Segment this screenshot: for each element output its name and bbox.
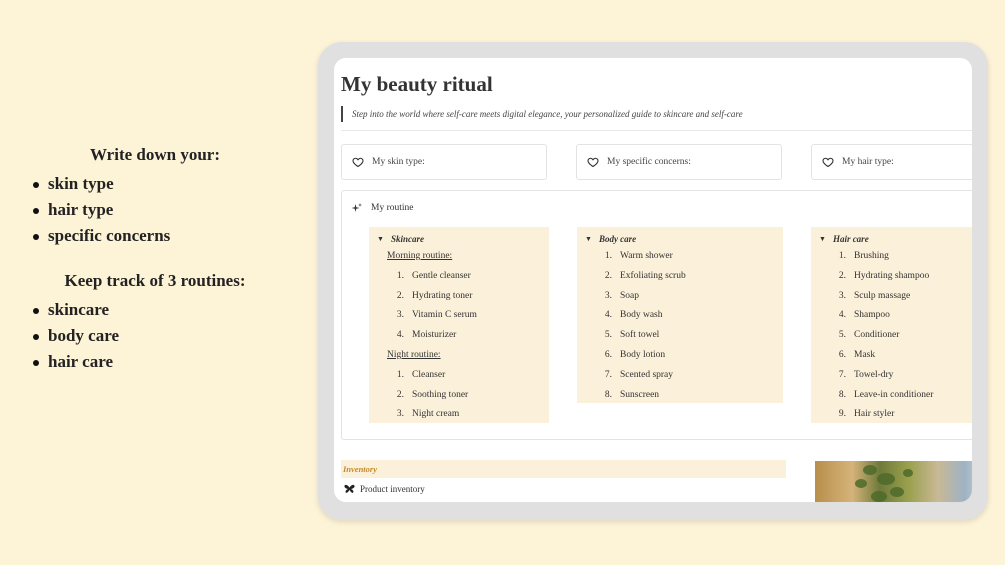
- list-item: 2. Soothing toner: [396, 389, 469, 400]
- promo-item: hair type: [30, 197, 280, 223]
- plant-photo: [815, 461, 972, 502]
- list-item: 5. Soft towel: [604, 330, 660, 341]
- routine-heading: My routine: [351, 202, 413, 214]
- promo-item: hair care: [30, 349, 280, 375]
- list-item: 3. Soap: [604, 290, 639, 301]
- notion-page: My beauty ritual Step into the world whe…: [334, 58, 972, 502]
- hair-type-label: My hair type:: [842, 157, 894, 167]
- butterfly-icon: [344, 484, 355, 493]
- promo-list-write: skin type hair type specific concerns: [30, 171, 280, 249]
- list-item: 2. Hydrating toner: [396, 290, 473, 301]
- bodycare-title[interactable]: ▼ Body care: [585, 231, 777, 247]
- list-item: 1. Gentle cleanser: [396, 270, 471, 281]
- list-item: 1. Warm shower: [604, 251, 673, 261]
- list-item: 5. Conditioner: [838, 330, 900, 341]
- list-item: 3. Night cream: [396, 409, 460, 420]
- list-item: 7. Scented spray: [604, 369, 674, 380]
- heart-icon: [822, 157, 834, 168]
- promo-heading-routines: Keep track of 3 routines:: [64, 271, 246, 290]
- skin-type-card[interactable]: My skin type:: [341, 144, 547, 180]
- list-item: 6. Body lotion: [604, 349, 666, 360]
- skincare-toggle[interactable]: ▼ Skincare Morning routine: 1. Gentle clea…: [369, 227, 549, 423]
- promo-item: skin type: [30, 171, 280, 197]
- inventory-heading: Inventory: [341, 460, 786, 478]
- night-routine-label: Night routine:: [387, 349, 441, 360]
- promo-item: skincare: [30, 297, 280, 323]
- list-item: 9. Hair styler: [838, 409, 895, 420]
- promo-text: Write down your: skin type hair type spe…: [30, 145, 280, 375]
- morning-routine-label: Morning routine:: [387, 251, 453, 261]
- list-item: 2. Exfoliating scrub: [604, 270, 686, 281]
- divider: [341, 130, 972, 131]
- haircare-toggle[interactable]: ▼ Hair care 1. Brushing 2. Hydrating shampo…: [811, 227, 972, 423]
- promo-heading-write: Write down your:: [89, 145, 220, 164]
- haircare-title[interactable]: ▼ Hair care: [819, 231, 972, 247]
- product-inventory-link[interactable]: Product inventory: [344, 484, 425, 494]
- concerns-card[interactable]: My specific concerns:: [576, 144, 782, 180]
- list-item: 4. Body wash: [604, 310, 663, 321]
- routine-section: My routine ▼ Skincare Morning routine: 1.…: [341, 190, 972, 440]
- toggle-triangle-icon[interactable]: ▼: [585, 231, 592, 247]
- page-title: My beauty ritual: [341, 72, 493, 96]
- skin-type-label: My skin type:: [372, 157, 425, 167]
- list-item: 6. Mask: [838, 349, 876, 360]
- promo-list-routines: skincare body care hair care: [30, 297, 280, 375]
- heart-icon: [587, 157, 599, 168]
- product-inventory-label: Product inventory: [360, 484, 425, 494]
- bodycare-toggle[interactable]: ▼ Body care 1. Warm shower 2. Exfoliating s…: [577, 227, 783, 403]
- list-item: 8. Sunscreen: [604, 389, 660, 400]
- heart-icon: [352, 157, 364, 168]
- sparkle-icon: [351, 203, 362, 212]
- skincare-title[interactable]: ▼ Skincare: [377, 231, 543, 247]
- list-item: 2. Hydrating shampoo: [838, 270, 930, 281]
- list-item: 8. Leave-in conditioner: [838, 389, 934, 400]
- list-item: 7. Towel-dry: [838, 369, 894, 380]
- list-item: 1. Brushing: [838, 251, 889, 261]
- concerns-label: My specific concerns:: [607, 157, 691, 167]
- tablet-frame: My beauty ritual Step into the world whe…: [318, 42, 988, 520]
- list-item: 4. Moisturizer: [396, 330, 457, 341]
- hair-type-card[interactable]: My hair type:: [811, 144, 972, 180]
- list-item: 4. Shampoo: [838, 310, 890, 321]
- promo-item: body care: [30, 323, 280, 349]
- page-quote: Step into the world where self-care meet…: [341, 106, 743, 122]
- toggle-triangle-icon[interactable]: ▼: [819, 231, 826, 247]
- list-item: 1. Cleanser: [396, 369, 446, 380]
- promo-item: specific concerns: [30, 223, 280, 249]
- list-item: 3. Vitamin C serum: [396, 310, 477, 321]
- routine-heading-label: My routine: [371, 203, 414, 213]
- toggle-triangle-icon[interactable]: ▼: [377, 231, 384, 247]
- list-item: 3. Sculp massage: [838, 290, 911, 301]
